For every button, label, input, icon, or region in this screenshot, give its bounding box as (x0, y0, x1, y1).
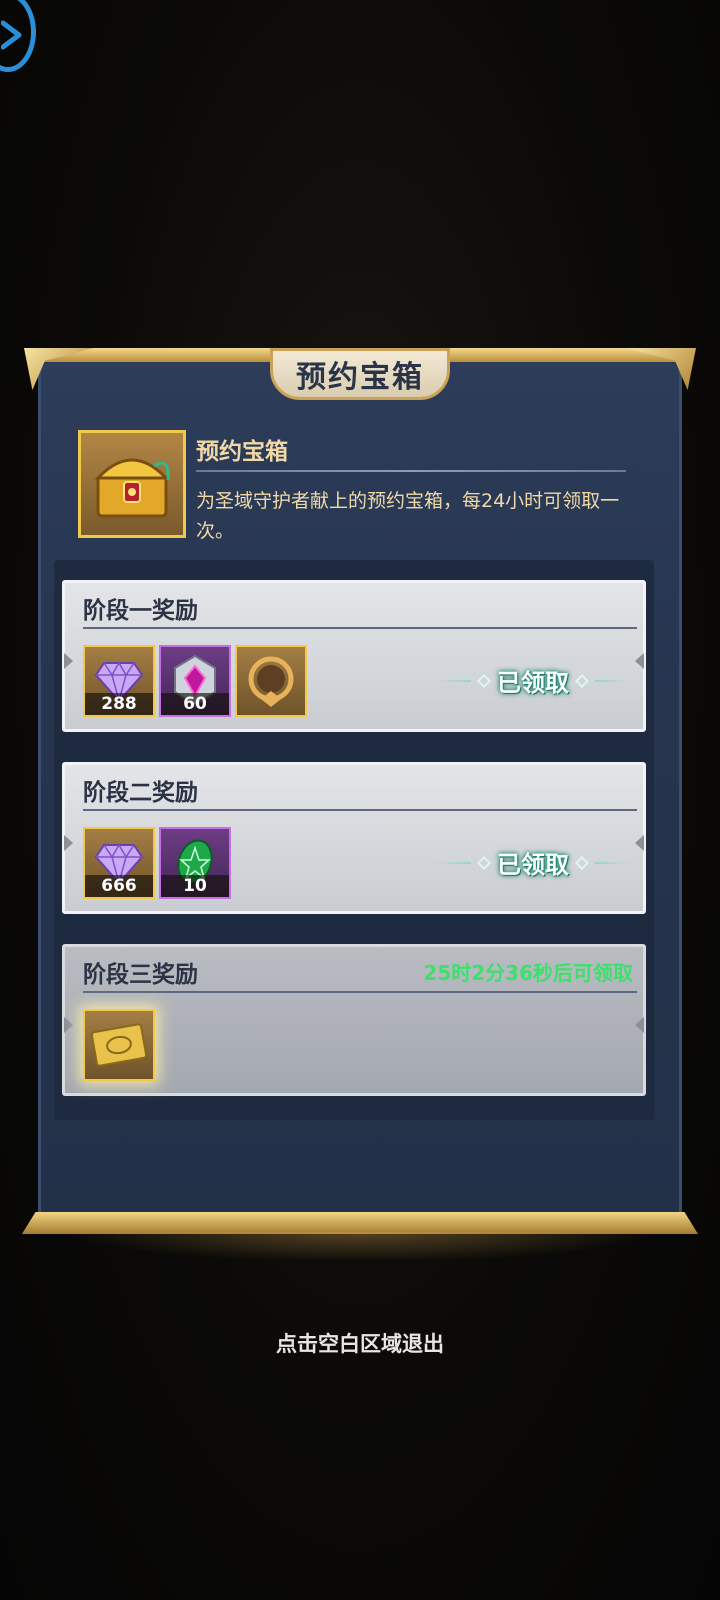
claimed-status: 已领取 (437, 845, 629, 880)
stage-title: 阶段二奖励 (83, 780, 198, 806)
reward-items: 666 10 (83, 827, 231, 899)
stage-1-card: 阶段一奖励 288 60 已领取 (62, 580, 646, 732)
side-marker-left (64, 835, 73, 851)
divider (83, 809, 637, 811)
arrow-right-icon (1, 20, 22, 50)
panel-title: 预约宝箱 (296, 360, 424, 395)
panel-title-plate: 预约宝箱 (270, 348, 450, 400)
item-count: 10 (161, 875, 229, 897)
side-marker-left (64, 653, 73, 669)
stage-2-card: 阶段二奖励 666 10 已领取 (62, 762, 646, 914)
diamond-ornament-icon (476, 855, 492, 870)
reward-item-diamond[interactable]: 666 (83, 827, 155, 899)
back-button[interactable] (0, 0, 36, 72)
diamond-ornament-icon (476, 673, 492, 688)
exit-hint[interactable]: 点击空白区域退出 (0, 1328, 720, 1358)
claimed-label: 已领取 (497, 669, 569, 697)
panel-bottom-glow (64, 1232, 656, 1262)
reward-item-diamond[interactable]: 288 (83, 645, 155, 717)
diamond-ornament-icon (574, 855, 590, 870)
side-marker-right (635, 653, 644, 669)
reward-item-rune-stone[interactable]: 10 (159, 827, 231, 899)
reward-items: 288 60 (83, 645, 307, 717)
side-marker-right (635, 835, 644, 851)
stage-3-card: 阶段三奖励 25时2分36秒后可领取 (62, 944, 646, 1096)
golden-frame-ring-icon (248, 656, 294, 707)
golden-ticket-card-icon (90, 1023, 148, 1067)
item-count: 60 (161, 693, 229, 715)
item-name: 预约宝箱 (196, 439, 288, 465)
stage-rewards-list: 阶段一奖励 288 60 已领取 阶段二奖励 666 10 已领取 阶段三奖励 … (54, 560, 654, 1120)
side-marker-left (64, 1017, 73, 1033)
reward-item-crystal-badge[interactable]: 60 (159, 645, 231, 717)
diamond-ornament-icon (574, 673, 590, 688)
panel-bottom-trim (22, 1212, 698, 1234)
reward-items (83, 1009, 155, 1081)
item-count: 666 (85, 875, 153, 897)
divider (196, 470, 626, 472)
claim-countdown: 25时2分36秒后可领取 (423, 961, 633, 985)
reward-item-golden-ticket[interactable] (83, 1009, 155, 1081)
stage-title: 阶段一奖励 (83, 598, 198, 624)
divider (83, 627, 637, 629)
reward-item-golden-frame[interactable] (235, 645, 307, 717)
stage-title: 阶段三奖励 (83, 962, 198, 988)
claimed-label: 已领取 (497, 851, 569, 879)
reservation-chest-panel: 预约宝箱 预约宝箱 为圣域守护者献上的预约宝箱，每24小时可领取一次。 阶段一奖… (22, 348, 698, 1262)
claimed-status: 已领取 (437, 663, 629, 698)
side-marker-right (635, 1017, 644, 1033)
item-description: 为圣域守护者献上的预约宝箱，每24小时可领取一次。 (196, 490, 620, 542)
treasure-chest-icon (78, 430, 186, 538)
divider (83, 991, 637, 993)
item-count: 288 (85, 693, 153, 715)
